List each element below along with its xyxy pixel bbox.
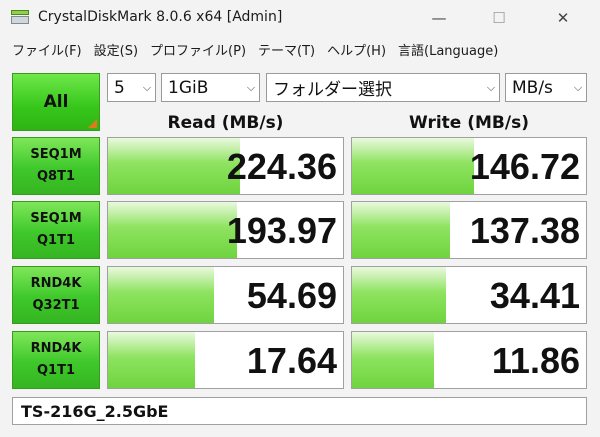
write-column-header: Write (MB/s) xyxy=(409,113,529,133)
app-icon xyxy=(11,10,29,24)
chevron-down-icon: ⌵ xyxy=(142,80,152,94)
title-bar: CrystalDiskMark 8.0.6 x64 [Admin] — ☐ ✕ xyxy=(0,0,600,36)
read-result: 54.69 xyxy=(107,266,344,324)
write-value: 34.41 xyxy=(489,275,580,316)
test-params: Q1T1 xyxy=(36,233,75,248)
chevron-down-icon: ⌵ xyxy=(246,80,256,94)
write-value: 146.72 xyxy=(469,146,580,187)
test-size-value: 1GiB xyxy=(168,77,209,98)
read-bar xyxy=(108,332,195,388)
write-result: 146.72 xyxy=(351,137,587,195)
maximize-button[interactable]: ☐ xyxy=(476,0,522,36)
read-bar xyxy=(108,202,238,258)
crystaldiskmark-window: CrystalDiskMark 8.0.6 x64 [Admin] — ☐ ✕ … xyxy=(0,0,600,437)
read-bar xyxy=(108,138,240,194)
chevron-down-icon: ⌵ xyxy=(573,80,583,94)
seq1m-q1t1-button[interactable]: SEQ1M Q1T1 xyxy=(12,201,100,259)
close-button[interactable]: ✕ xyxy=(540,0,586,36)
rnd4k-q32t1-button[interactable]: RND4K Q32T1 xyxy=(12,266,100,324)
read-value: 193.97 xyxy=(226,210,337,251)
test-name: SEQ1M xyxy=(30,147,82,162)
write-bar xyxy=(352,267,446,323)
read-result: 224.36 xyxy=(107,137,344,195)
window-title: CrystalDiskMark 8.0.6 x64 [Admin] xyxy=(38,9,283,25)
minimize-button[interactable]: — xyxy=(416,0,462,36)
test-count-select[interactable]: 5 ⌵ xyxy=(107,73,156,102)
write-result: 137.38 xyxy=(351,201,587,259)
test-count-value: 5 xyxy=(114,77,125,98)
seq1m-q8t1-button[interactable]: SEQ1M Q8T1 xyxy=(12,137,100,195)
chevron-down-icon: ⌵ xyxy=(486,80,496,94)
menu-file[interactable]: ファイル(F) xyxy=(6,40,88,59)
all-button-label: All xyxy=(43,92,69,112)
test-params: Q8T1 xyxy=(36,169,75,184)
comment-text: TS-216G_2.5GbE xyxy=(21,401,169,421)
write-bar xyxy=(352,202,451,258)
test-name: RND4K xyxy=(30,341,82,356)
menu-profile[interactable]: プロファイル(P) xyxy=(144,40,252,59)
read-bar xyxy=(108,267,214,323)
write-result: 34.41 xyxy=(351,266,587,324)
folder-value: フォルダー選択 xyxy=(273,80,392,100)
test-name: SEQ1M xyxy=(30,211,82,226)
comment-field[interactable]: TS-216G_2.5GbE xyxy=(12,397,587,425)
menu-settings[interactable]: 設定(S) xyxy=(88,40,144,59)
write-bar xyxy=(352,138,474,194)
read-result: 193.97 xyxy=(107,201,344,259)
write-value: 137.38 xyxy=(469,210,580,251)
unit-value: MB/s xyxy=(512,77,553,98)
read-result: 17.64 xyxy=(107,331,344,389)
unit-select[interactable]: MB/s ⌵ xyxy=(505,73,587,102)
test-size-select[interactable]: 1GiB ⌵ xyxy=(161,73,260,102)
read-column-header: Read (MB/s) xyxy=(167,113,284,133)
corner-marker-icon xyxy=(88,119,97,128)
test-params: Q1T1 xyxy=(36,363,75,378)
menu-bar: ファイル(F) 設定(S) プロファイル(P) テーマ(T) ヘルプ(H) 言語… xyxy=(0,36,600,62)
read-value: 17.64 xyxy=(246,340,337,381)
write-value: 11.86 xyxy=(491,340,580,381)
all-button[interactable]: All xyxy=(12,73,100,131)
menu-help[interactable]: ヘルプ(H) xyxy=(321,40,392,59)
read-value: 224.36 xyxy=(226,146,337,187)
rnd4k-q1t1-button[interactable]: RND4K Q1T1 xyxy=(12,331,100,389)
test-params: Q32T1 xyxy=(32,298,80,313)
menu-language[interactable]: 言語(Language) xyxy=(392,40,504,59)
write-bar xyxy=(352,332,434,388)
read-value: 54.69 xyxy=(246,275,337,316)
menu-theme[interactable]: テーマ(T) xyxy=(252,40,321,59)
write-result: 11.86 xyxy=(351,331,587,389)
test-name: RND4K xyxy=(30,276,82,291)
folder-select[interactable]: フォルダー選択 ⌵ xyxy=(266,73,500,102)
